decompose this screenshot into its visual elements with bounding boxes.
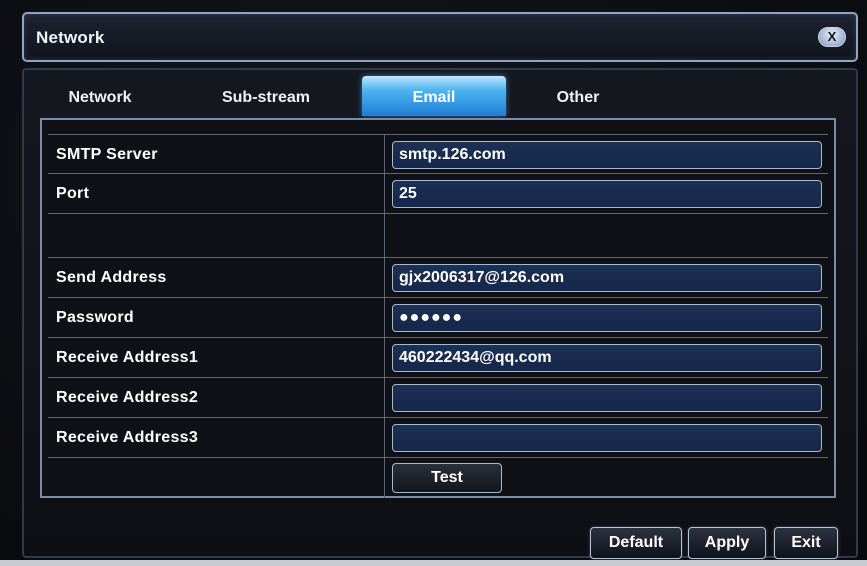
password-input[interactable] bbox=[392, 304, 822, 332]
tab-other[interactable]: Other bbox=[528, 76, 628, 116]
column-divider bbox=[384, 174, 385, 214]
smtp-server-label: SMTP Server bbox=[56, 146, 158, 163]
window-title: Network bbox=[36, 28, 105, 47]
tab-network[interactable]: Network bbox=[40, 76, 160, 116]
password-label: Password bbox=[56, 309, 134, 326]
receive-address1-input[interactable] bbox=[392, 344, 822, 372]
smtp-server-input[interactable] bbox=[392, 141, 822, 169]
close-icon: X bbox=[827, 29, 837, 44]
column-divider bbox=[384, 135, 385, 175]
port-label: Port bbox=[56, 185, 90, 202]
test-button[interactable]: Test bbox=[392, 463, 502, 493]
column-divider bbox=[384, 418, 385, 458]
receive-address2-input[interactable] bbox=[392, 384, 822, 412]
receive-address1-label: Receive Address1 bbox=[56, 349, 199, 366]
bezel-edge bbox=[0, 560, 867, 566]
tab-sub-stream[interactable]: Sub-stream bbox=[186, 76, 346, 116]
receive-address2-label: Receive Address2 bbox=[56, 389, 199, 406]
column-divider bbox=[384, 338, 385, 378]
row-password: Password bbox=[48, 298, 828, 338]
column-divider bbox=[384, 298, 385, 338]
email-settings-form: SMTP Server Port Send Address Password R… bbox=[40, 118, 836, 498]
column-divider bbox=[384, 378, 385, 418]
column-divider bbox=[384, 258, 385, 298]
default-button[interactable]: Default bbox=[590, 527, 682, 559]
send-address-label: Send Address bbox=[56, 269, 167, 286]
row-smtp-server: SMTP Server bbox=[48, 134, 828, 175]
column-divider bbox=[384, 458, 385, 498]
row-receive-address3: Receive Address3 bbox=[48, 418, 828, 458]
close-button[interactable]: X bbox=[818, 27, 846, 47]
apply-button[interactable]: Apply bbox=[688, 527, 766, 559]
tab-email[interactable]: Email bbox=[362, 76, 506, 116]
send-address-input[interactable] bbox=[392, 264, 822, 292]
row-port: Port bbox=[48, 174, 828, 214]
receive-address3-label: Receive Address3 bbox=[56, 429, 199, 446]
row-spacer bbox=[48, 214, 828, 258]
tab-bar: Network Sub-stream Email Other bbox=[28, 76, 848, 116]
row-send-address: Send Address bbox=[48, 258, 828, 298]
exit-button[interactable]: Exit bbox=[774, 527, 838, 559]
row-receive-address1: Receive Address1 bbox=[48, 338, 828, 378]
window-titlebar: Network X bbox=[22, 12, 858, 62]
row-test: Test bbox=[48, 458, 828, 498]
port-input[interactable] bbox=[392, 180, 822, 208]
row-receive-address2: Receive Address2 bbox=[48, 378, 828, 418]
dvr-screen: Network X Network Sub-stream Email Other… bbox=[0, 0, 867, 566]
column-divider bbox=[384, 214, 385, 258]
receive-address3-input[interactable] bbox=[392, 424, 822, 452]
